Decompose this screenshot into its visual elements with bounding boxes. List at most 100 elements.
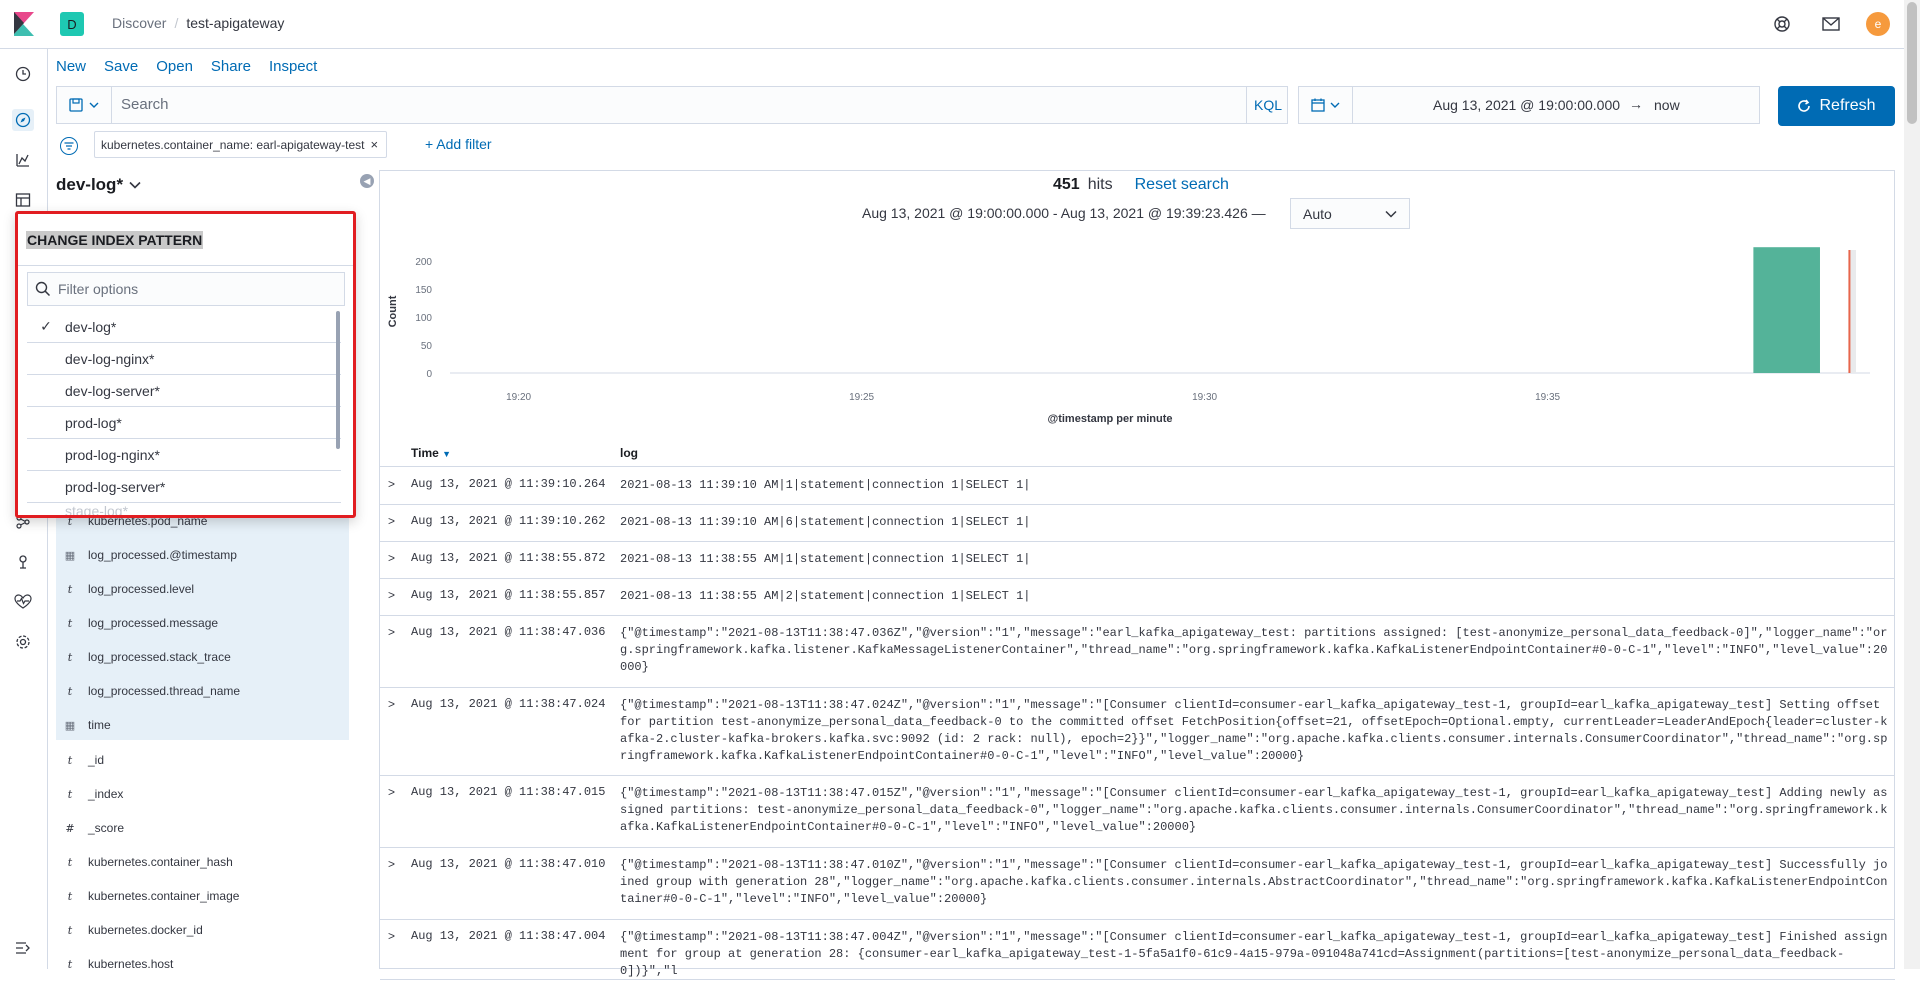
hits-summary: 451 hits Reset search	[1053, 176, 1229, 194]
save-disk-icon	[69, 98, 83, 112]
share-button[interactable]: Share	[211, 58, 251, 75]
row-log: {"@timestamp":"2021-08-13T11:38:47.010Z"…	[620, 858, 1888, 906]
expand-chevron-icon[interactable]: >	[388, 477, 395, 491]
apm-icon[interactable]	[12, 551, 34, 573]
date-end[interactable]: now	[1654, 97, 1680, 113]
kql-language-button[interactable]: KQL	[1246, 87, 1289, 123]
breadcrumb-discover[interactable]: Discover	[112, 15, 166, 31]
top-nav-menu: New Save Open Share Inspect	[56, 58, 317, 75]
user-avatar[interactable]: e	[1866, 12, 1890, 36]
sort-down-icon[interactable]: ▼	[442, 449, 451, 459]
string-field-icon: t	[67, 855, 73, 869]
x-tick-label: 19:25	[849, 392, 874, 403]
available-fields-list: t _id t _index # _score t kubernetes.container_…	[56, 740, 349, 971]
search-input[interactable]	[121, 96, 1121, 113]
field-item[interactable]: t kubernetes.host	[56, 947, 349, 981]
option-label: dev-log-nginx*	[65, 350, 155, 367]
table-row[interactable]: > Aug 13, 2021 @ 11:38:47.004 {"@timestamp…	[380, 920, 1895, 980]
table-row[interactable]: > Aug 13, 2021 @ 11:38:47.015 {"@timestamp…	[380, 776, 1895, 848]
table-row[interactable]: > Aug 13, 2021 @ 11:39:10.262 2021-08-13 1…	[380, 505, 1895, 542]
options-scrollbar[interactable]	[336, 311, 340, 449]
index-pattern-option[interactable]: prod-log*	[27, 407, 341, 439]
expand-chevron-icon[interactable]: >	[388, 785, 395, 799]
column-header-log[interactable]: log	[620, 446, 638, 460]
field-item[interactable]: t log_processed.thread_name	[56, 674, 349, 708]
row-log: {"@timestamp":"2021-08-13T11:38:47.015Z"…	[620, 786, 1888, 834]
dashboard-icon[interactable]	[12, 189, 34, 211]
filter-options-field[interactable]	[27, 272, 345, 306]
filter-options-input[interactable]	[58, 281, 328, 297]
chevron-down-icon	[1330, 102, 1340, 108]
visualize-chart-icon[interactable]	[12, 149, 34, 171]
page-scrollbar[interactable]	[1904, 0, 1920, 969]
mail-icon[interactable]	[1821, 14, 1841, 34]
kibana-logo-icon[interactable]	[10, 10, 38, 38]
space-avatar[interactable]: D	[60, 12, 84, 36]
query-bar: KQL	[56, 86, 1288, 124]
new-button[interactable]: New	[56, 58, 86, 75]
interval-select[interactable]: Auto	[1290, 198, 1410, 229]
index-pattern-option[interactable]: dev-log-server*	[27, 375, 341, 407]
filter-pill[interactable]: kubernetes.container_name: earl-apigatew…	[94, 131, 388, 158]
expand-chevron-icon[interactable]: >	[388, 625, 395, 639]
table-row[interactable]: > Aug 13, 2021 @ 11:38:47.010 {"@timestamp…	[380, 848, 1895, 920]
index-pattern-selector[interactable]: dev-log*	[56, 175, 141, 195]
expand-chevron-icon[interactable]: >	[388, 588, 395, 602]
x-tick-label: 19:35	[1535, 392, 1560, 403]
field-item[interactable]: t log_processed.level	[56, 572, 349, 606]
filter-menu-icon[interactable]	[60, 137, 78, 155]
add-filter-button[interactable]: + Add filter	[425, 136, 492, 152]
field-item[interactable]: t log_processed.stack_trace	[56, 640, 349, 674]
field-item[interactable]: t _index	[56, 777, 349, 811]
chevron-down-icon	[1385, 210, 1397, 218]
column-header-time[interactable]: Time ▼	[411, 446, 451, 460]
help-icon[interactable]	[1772, 14, 1792, 34]
table-row[interactable]: > Aug 13, 2021 @ 11:38:55.857 2021-08-13 1…	[380, 579, 1895, 616]
expand-chevron-icon[interactable]: >	[388, 857, 395, 871]
table-row[interactable]: > Aug 13, 2021 @ 11:38:47.024 {"@timestamp…	[380, 688, 1895, 776]
collapse-sidebar-icon[interactable]: ◀	[360, 174, 374, 188]
collapse-nav-icon[interactable]	[12, 937, 34, 959]
row-log: {"@timestamp":"2021-08-13T11:38:47.036Z"…	[620, 626, 1888, 674]
field-item[interactable]: t kubernetes.container_hash	[56, 845, 349, 879]
expand-chevron-icon[interactable]: >	[388, 697, 395, 711]
recent-clock-icon[interactable]	[12, 63, 34, 85]
field-name: _index	[88, 787, 124, 801]
field-name: time	[88, 718, 111, 732]
open-button[interactable]: Open	[156, 58, 193, 75]
expand-chevron-icon[interactable]: >	[388, 551, 395, 565]
inspect-button[interactable]: Inspect	[269, 58, 317, 75]
field-item[interactable]: t _id	[56, 743, 349, 777]
table-row[interactable]: > Aug 13, 2021 @ 11:38:47.036 {"@timestamp…	[380, 616, 1895, 688]
date-start[interactable]: Aug 13, 2021 @ 19:00:00.000	[1433, 97, 1620, 113]
field-item[interactable]: ▦ log_processed.@timestamp	[56, 538, 349, 572]
index-pattern-option[interactable]: prod-log-nginx*	[27, 439, 341, 471]
table-row[interactable]: > Aug 13, 2021 @ 11:38:55.872 2021-08-13 1…	[380, 542, 1895, 579]
field-item[interactable]: ▦ time	[56, 708, 349, 742]
expand-chevron-icon[interactable]: >	[388, 929, 395, 943]
field-item[interactable]: t kubernetes.container_image	[56, 879, 349, 913]
table-row[interactable]: > Aug 13, 2021 @ 11:39:10.264 2021-08-13 1…	[380, 468, 1895, 505]
field-item[interactable]: t log_processed.message	[56, 606, 349, 640]
index-pattern-option[interactable]: prod-log-server*	[27, 471, 341, 503]
reset-search-link[interactable]: Reset search	[1135, 176, 1229, 194]
index-pattern-option[interactable]: ✓ dev-log*	[27, 311, 341, 343]
row-log: 2021-08-13 11:39:10 AM|1|statement|conne…	[620, 478, 1031, 492]
saved-query-button[interactable]	[57, 87, 112, 123]
field-item[interactable]: t kubernetes.docker_id	[56, 913, 349, 947]
refresh-button[interactable]: Refresh	[1778, 86, 1895, 126]
index-pattern-option[interactable]: dev-log-nginx*	[27, 343, 341, 375]
check-icon: ✓	[40, 318, 52, 334]
management-gear-icon[interactable]	[12, 631, 34, 653]
histogram-bar	[1753, 247, 1820, 373]
close-icon[interactable]: ×	[370, 137, 378, 152]
save-button[interactable]: Save	[104, 58, 138, 75]
field-item[interactable]: # _score	[56, 811, 349, 845]
date-quick-menu-button[interactable]	[1299, 87, 1353, 123]
option-faded[interactable]: stage-log*	[65, 503, 128, 515]
expand-chevron-icon[interactable]: >	[388, 514, 395, 528]
uptime-heartbeat-icon[interactable]	[12, 591, 34, 613]
breadcrumb-separator: /	[174, 15, 179, 31]
page-scrollbar-thumb[interactable]	[1907, 2, 1917, 124]
discover-compass-icon[interactable]	[12, 109, 34, 131]
